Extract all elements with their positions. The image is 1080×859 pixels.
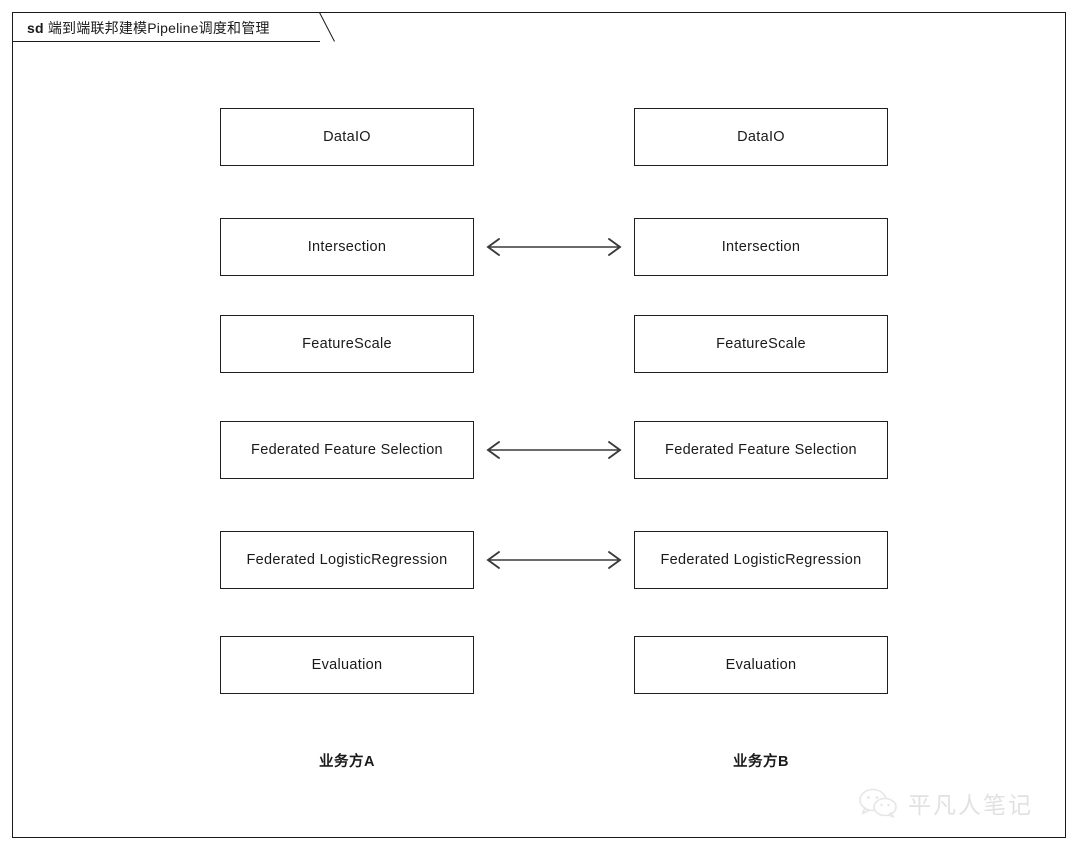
step-label: Evaluation (311, 657, 383, 673)
bidirectional-arrow-intersection[interactable] (476, 236, 632, 258)
step-box-party-a-federated-feature-selection[interactable]: Federated Feature Selection (220, 421, 474, 479)
step-label: Intersection (721, 239, 801, 255)
step-box-party-b-dataio[interactable]: DataIO (634, 108, 888, 166)
participant-label-party-b: 业务方B (733, 754, 789, 770)
step-label: Evaluation (725, 657, 797, 673)
frame-title-tab: sd 端到端联邦建模Pipeline调度和管理 (12, 12, 320, 42)
step-label: DataIO (737, 129, 785, 145)
step-label: Federated LogisticRegression (246, 552, 448, 568)
step-label: FeatureScale (302, 336, 392, 352)
step-box-party-b-federated-logisticregression[interactable]: Federated LogisticRegression (634, 531, 888, 589)
step-label: Federated LogisticRegression (660, 552, 862, 568)
bidirectional-arrow-federated-feature-selection[interactable] (476, 439, 632, 461)
step-label: Federated Feature Selection (251, 442, 443, 458)
step-box-party-a-evaluation[interactable]: Evaluation (220, 636, 474, 694)
step-label: Intersection (307, 239, 387, 255)
step-box-party-b-evaluation[interactable]: Evaluation (634, 636, 888, 694)
step-label: DataIO (323, 129, 371, 145)
step-box-party-a-intersection[interactable]: Intersection (220, 218, 474, 276)
step-label: FeatureScale (716, 336, 806, 352)
step-box-party-b-federated-feature-selection[interactable]: Federated Feature Selection (634, 421, 888, 479)
step-box-party-a-dataio[interactable]: DataIO (220, 108, 474, 166)
bidirectional-arrow-federated-logisticregression[interactable] (476, 549, 632, 571)
step-box-party-a-federated-logisticregression[interactable]: Federated LogisticRegression (220, 531, 474, 589)
participant-label-party-a: 业务方A (319, 754, 375, 770)
sequence-diagram-frame (12, 12, 1066, 838)
step-box-party-b-intersection[interactable]: Intersection (634, 218, 888, 276)
step-label: Federated Feature Selection (665, 442, 857, 458)
step-box-party-a-featurescale[interactable]: FeatureScale (220, 315, 474, 373)
frame-title-label: 端到端联邦建模Pipeline调度和管理 (47, 20, 270, 36)
step-box-party-b-featurescale[interactable]: FeatureScale (634, 315, 888, 373)
frame-kind-label: sd (27, 20, 44, 36)
